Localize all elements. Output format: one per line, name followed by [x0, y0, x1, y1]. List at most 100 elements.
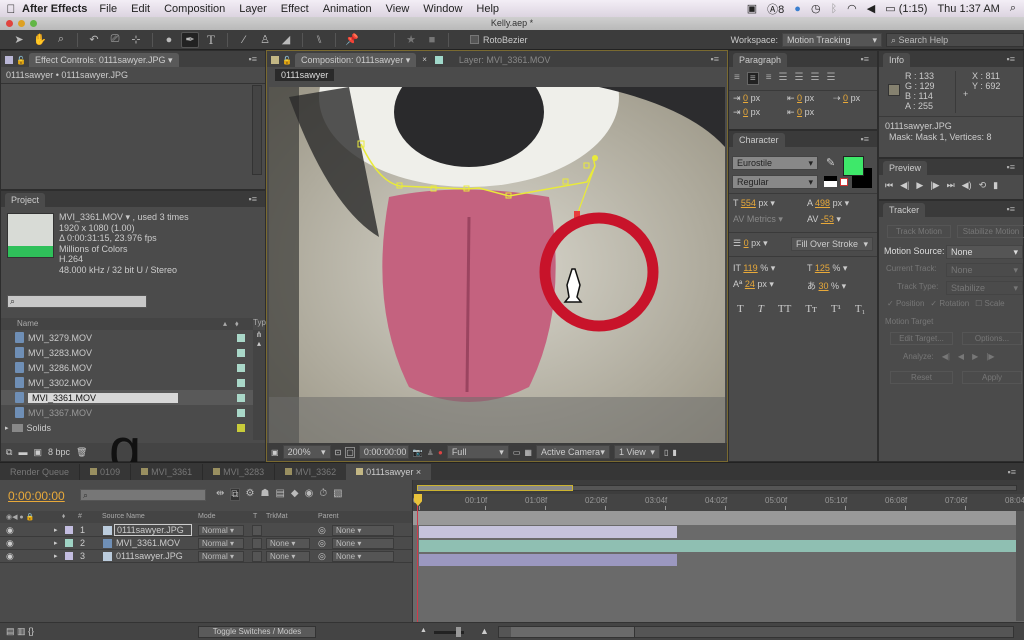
composition-viewer[interactable] — [269, 87, 725, 445]
timeline-search-input[interactable]: ⌕ — [80, 489, 206, 501]
visibility-icon[interactable]: ◉ — [6, 525, 14, 536]
kerning-field[interactable]: AV Metrics ▾ — [733, 214, 783, 225]
zoom-slider-thumb[interactable] — [456, 627, 461, 637]
kerning-value[interactable]: Metrics — [747, 214, 776, 224]
tsume-field[interactable]: あ 30 % ▾ — [807, 279, 846, 292]
parent-dropdown[interactable]: None ▾ — [332, 537, 394, 549]
menu-file[interactable]: File — [99, 3, 117, 15]
default-colors-icon[interactable] — [824, 176, 837, 187]
options-button[interactable]: Options... — [962, 332, 1022, 345]
flowchart-icon[interactable]: ⋔ — [253, 330, 265, 339]
indent-right-value[interactable]: 0 — [797, 93, 802, 103]
justify-last-left-icon[interactable]: ☰ — [779, 72, 788, 85]
horizontal-scroll-thumb[interactable] — [511, 627, 635, 637]
trkmat-dropdown[interactable]: None ▾ — [266, 537, 310, 549]
pickwhip-icon[interactable]: ◎ — [318, 538, 326, 549]
tab-comp-mvi-3362[interactable]: MVI_3362 — [274, 464, 346, 480]
font-size-value[interactable]: 554 — [741, 198, 756, 208]
label-color[interactable] — [237, 394, 245, 402]
resolution-dropdown[interactable]: Full ▾ — [446, 445, 509, 459]
visibility-icon[interactable]: ◉ — [6, 538, 14, 549]
menu-animation[interactable]: Animation — [323, 3, 372, 15]
current-time-display[interactable]: 0:00:00:00 — [8, 489, 65, 503]
panel-menu-icon[interactable]: ▪≡ — [1007, 204, 1015, 214]
layer-label-color[interactable] — [65, 539, 73, 547]
type-tool-icon[interactable]: T — [202, 32, 220, 48]
panel-menu-icon[interactable]: ▪≡ — [1000, 464, 1024, 480]
panel-menu-icon[interactable]: ▪≡ — [249, 54, 257, 64]
always-preview-icon[interactable]: ▣ — [271, 448, 279, 457]
layer-duration-bar[interactable] — [419, 526, 677, 538]
analyze-forward-icon[interactable]: ▶ — [972, 352, 978, 361]
camera-tool-icon[interactable]: ⎚ — [106, 32, 124, 48]
tsume-value[interactable]: 30 — [819, 281, 829, 291]
ram-preview-icon[interactable]: ▮ — [993, 180, 998, 191]
label-color[interactable] — [237, 364, 245, 372]
track-motion-button[interactable]: Track Motion — [887, 225, 951, 238]
label-color[interactable] — [237, 409, 245, 417]
type-column-header[interactable]: Typ — [253, 318, 266, 327]
visibility-icon[interactable]: ◉ — [6, 551, 14, 562]
tab-composition[interactable]: Composition: 0111sawyer ▾ — [294, 53, 417, 67]
draft-3d-icon[interactable]: ⚙ — [246, 488, 255, 501]
lock-icon[interactable]: 🔓 — [16, 56, 26, 65]
label-color[interactable] — [237, 334, 245, 342]
tab-render-queue[interactable]: Render Queue — [0, 464, 79, 480]
current-track-dropdown[interactable]: None ▾ — [946, 263, 1023, 277]
layer-name[interactable]: 0111sawyer.JPG — [114, 524, 192, 536]
pickwhip-icon[interactable]: ◎ — [318, 551, 326, 562]
preserve-transparency-toggle[interactable] — [252, 550, 262, 562]
toggle-switches-modes-button[interactable]: Toggle Switches / Modes — [198, 626, 316, 638]
tab-info[interactable]: Info — [883, 53, 911, 67]
sort-icon[interactable]: ▴ — [223, 318, 227, 330]
view-layout-dropdown[interactable]: 1 View ▾ — [613, 445, 660, 459]
frame-blending-icon[interactable]: ▤ — [275, 488, 284, 501]
project-item[interactable]: MVI_3283.MOV — [1, 345, 253, 360]
all-caps-button[interactable]: TT — [778, 303, 791, 315]
rotation-checkbox[interactable]: ✓ Rotation — [930, 299, 969, 308]
faux-bold-button[interactable]: T — [737, 303, 744, 315]
current-time-indicator[interactable] — [417, 494, 418, 623]
toggle-pixel-aspect-icon[interactable]: ▯ — [664, 448, 668, 457]
t-header[interactable]: T — [253, 513, 257, 520]
tab-comp-mvi-3283[interactable]: MVI_3283 — [202, 464, 274, 480]
av-features-icon[interactable]: ◉◀ ● 🔒 — [6, 513, 34, 521]
show-snapshot-icon[interactable]: ♟ — [427, 448, 434, 457]
lock-icon[interactable]: 🔓 — [282, 56, 292, 65]
expand-arrow-icon[interactable]: ▸ — [54, 552, 58, 560]
close-window-button[interactable] — [6, 20, 13, 27]
font-size-field[interactable]: T 554 px ▾ — [733, 198, 775, 209]
tab-tracker[interactable]: Tracker — [883, 203, 926, 217]
small-caps-button[interactable]: Tт — [805, 303, 817, 315]
position-checkbox[interactable]: ✓ Position — [887, 299, 924, 308]
justify-last-right-icon[interactable]: ☰ — [810, 72, 819, 85]
first-frame-icon[interactable]: ⏮ — [885, 180, 893, 191]
name-column-header[interactable]: Name — [17, 319, 38, 328]
tracking-field[interactable]: AV -53 ▾ — [807, 214, 841, 225]
baseline-shift-field[interactable]: Aª 24 px ▾ — [733, 279, 774, 290]
space-after-value[interactable]: 0 — [797, 107, 802, 117]
stroke-mode-dropdown[interactable]: Fill Over Stroke ▾ — [791, 237, 873, 251]
last-frame-icon[interactable]: ⏭ — [947, 180, 955, 191]
bluetooth-icon[interactable]: ᛒ — [831, 3, 838, 15]
minimize-window-button[interactable] — [18, 20, 25, 27]
new-composition-icon[interactable]: ▣ — [33, 447, 42, 458]
project-scrollbar[interactable]: ⋔ ▴ — [253, 330, 265, 440]
hide-shy-layers-icon[interactable]: ☗ — [261, 488, 270, 501]
eraser-tool-icon[interactable]: ◢ — [277, 32, 295, 48]
layer-name[interactable]: 0111sawyer.JPG — [116, 551, 183, 561]
trkmat-header[interactable]: TrkMat — [266, 513, 288, 520]
snapshot-icon[interactable]: 📷 — [413, 448, 423, 457]
menu-help[interactable]: Help — [476, 3, 499, 15]
screen-record-icon[interactable]: ▣ — [747, 2, 757, 15]
layer-row[interactable]: ◉ ▸ 3 0111sawyer.JPG Normal ▾ None ▾ ◎ N… — [0, 550, 412, 563]
fill-color-swatch[interactable] — [843, 156, 864, 176]
mask-visibility-icon[interactable]: ▢ — [345, 446, 355, 458]
expand-layer-switches-icon[interactable]: ▤ ▥ {} — [6, 626, 34, 637]
next-frame-icon[interactable]: |▶ — [930, 180, 939, 191]
layer-duration-bar[interactable] — [419, 540, 1021, 552]
baseline-shift-value[interactable]: 24 — [745, 279, 755, 289]
panel-menu-icon[interactable]: ▪≡ — [711, 54, 719, 64]
tab-comp-0109[interactable]: 0109 — [79, 464, 130, 480]
track-type-dropdown[interactable]: Stabilize ▾ — [946, 281, 1023, 295]
